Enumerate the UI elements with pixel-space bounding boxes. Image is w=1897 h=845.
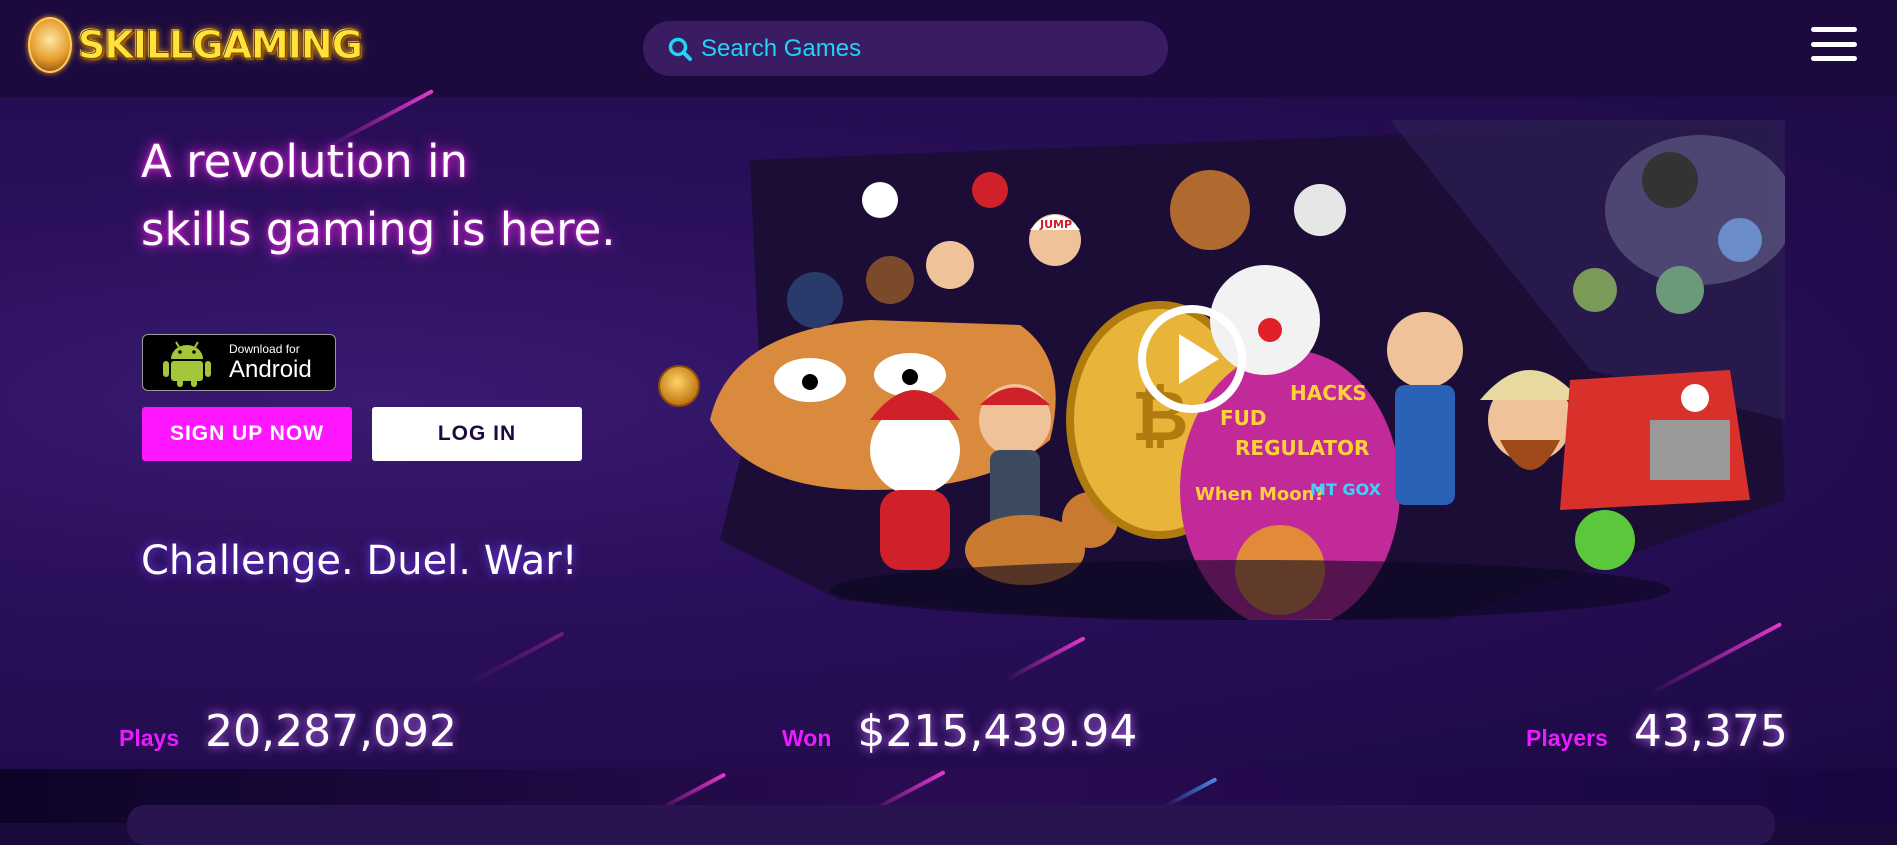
headline-line-1: A revolution in [141,135,468,188]
logo-emblem-icon [28,17,72,73]
android-button-text: Download for Android [229,343,312,382]
search-bar[interactable] [643,21,1168,76]
artwork-hacks-text: HACKS [1290,381,1367,405]
headline-line-2: skills gaming is here. [141,203,616,256]
hamburger-menu-icon[interactable] [1811,27,1857,61]
skillgaming-logo[interactable]: SKILLGAMING [28,14,363,76]
stat-plays-label: Plays [119,725,180,751]
sign-up-button[interactable]: SIGN UP NOW [142,407,352,461]
download-android-button[interactable]: Download for Android [142,334,336,391]
neon-streak [1004,636,1086,682]
artwork-mt-gox-text: MT GOX [1310,480,1382,499]
stat-players-value: 43,375 [1633,706,1788,757]
artwork-jump-text: JUMP [1039,218,1072,231]
stat-players: Players 43,375 [1526,706,1788,757]
menu-line [1811,41,1857,47]
neon-streak [1647,622,1783,696]
menu-line [1811,56,1857,61]
search-icon [667,36,693,62]
android-label: Android [229,356,312,383]
logo-text: SKILLGAMING [78,23,364,67]
stat-won-label: Won [782,725,832,751]
content-card-top [127,805,1775,845]
stat-plays: Plays 20,287,092 [119,706,457,757]
menu-line [1811,27,1857,32]
stat-won-value: $215,439.94 [857,706,1138,757]
android-robot-icon [161,339,213,387]
artwork-when-moon-text: When Moon? [1195,484,1325,505]
site-header: SKILLGAMING [0,0,1897,97]
hero-tagline: Challenge. Duel. War! [141,538,578,584]
stat-won: Won $215,439.94 [782,706,1137,757]
search-input[interactable] [699,33,1123,64]
neon-streak [465,631,565,687]
android-download-for: Download for [229,342,300,356]
hero-headline: A revolution in skills gaming is here. [141,128,661,264]
stat-players-label: Players [1526,725,1608,751]
play-video-button[interactable] [1137,304,1247,414]
stat-plays-value: 20,287,092 [205,706,458,757]
artwork-regulator-text: REGULATOR [1235,436,1369,460]
log-in-button[interactable]: LOG IN [372,407,582,461]
